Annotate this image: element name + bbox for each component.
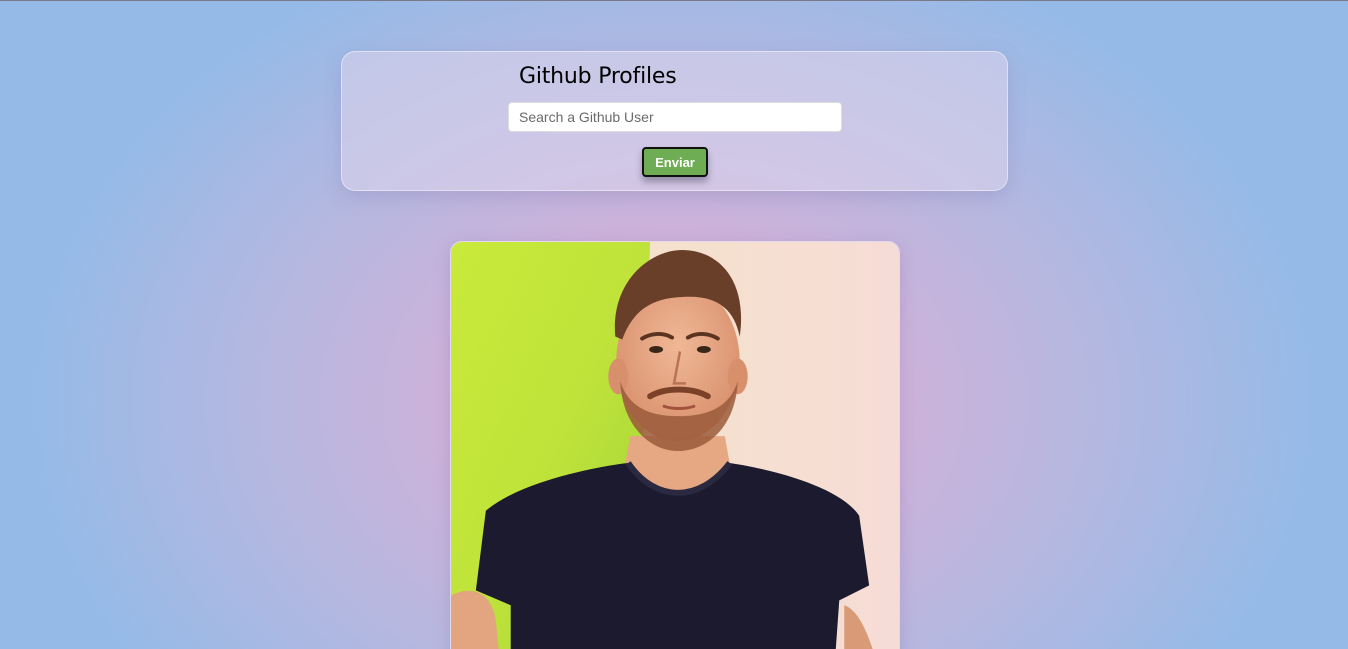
profile-card [450, 241, 900, 649]
submit-button[interactable]: Enviar [642, 147, 708, 177]
page-title: Github Profiles [519, 64, 677, 89]
avatar [451, 242, 899, 649]
search-panel: Github Profiles Enviar [341, 51, 1008, 191]
search-input[interactable] [508, 102, 842, 132]
